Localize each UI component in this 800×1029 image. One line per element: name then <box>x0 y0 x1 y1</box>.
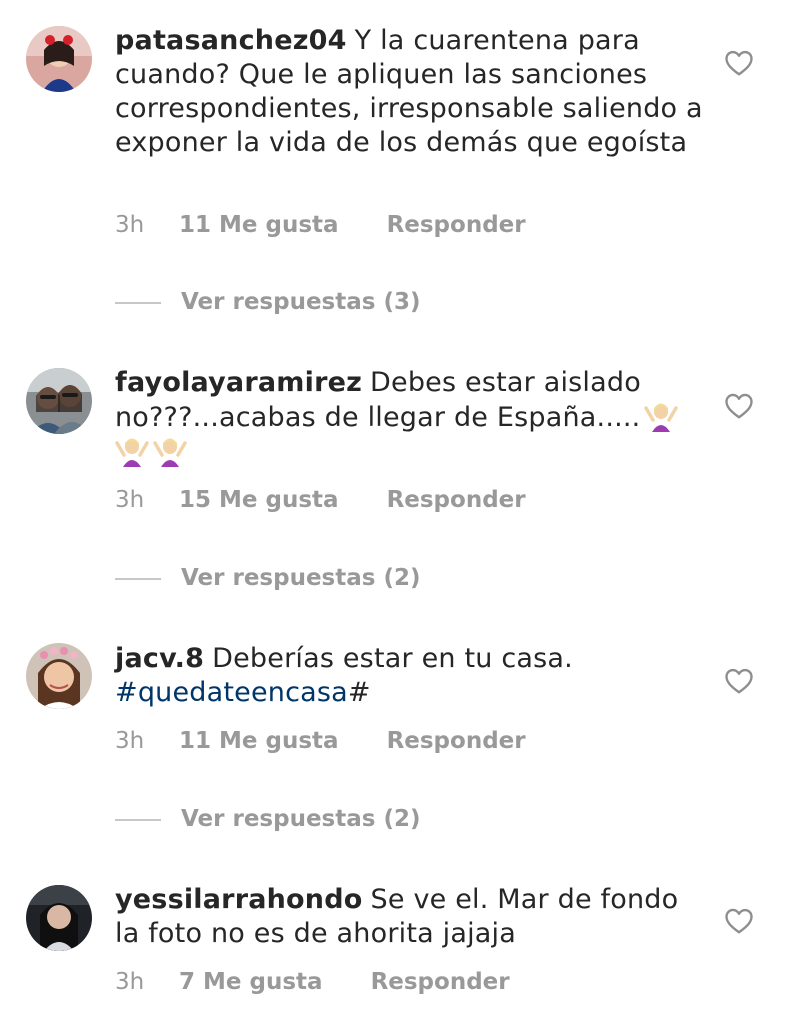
comment-text: fayolayaramirez Debes estar aislado no???… <box>115 366 705 470</box>
comment-time: 3h <box>115 487 145 513</box>
view-replies-label: Ver respuestas (3) <box>181 289 421 315</box>
comment-meta: 3h 15 Me gusta Responder <box>115 487 526 513</box>
person-shrugging-emoji <box>115 438 149 467</box>
comment-meta: 3h 11 Me gusta Responder <box>115 728 526 754</box>
comment-likes[interactable]: 7 Me gusta <box>179 969 323 995</box>
comment-body-trailing: # <box>347 677 371 708</box>
reply-button[interactable]: Responder <box>387 487 526 513</box>
divider-line <box>115 577 161 580</box>
comment-meta: 3h 11 Me gusta Responder <box>115 212 526 238</box>
comment-text: yessilarrahondo Se ve el. Mar de fondo la… <box>115 883 705 951</box>
heart-outline-icon[interactable] <box>724 907 754 935</box>
comment-username[interactable]: fayolayaramirez <box>115 367 362 398</box>
comment-likes[interactable]: 15 Me gusta <box>179 487 339 513</box>
avatar[interactable] <box>26 885 92 951</box>
person-shrugging-emoji <box>153 438 187 467</box>
view-replies-button[interactable]: Ver respuestas (2) <box>115 565 421 591</box>
view-replies-button[interactable]: Ver respuestas (2) <box>115 806 421 832</box>
comment-username[interactable]: patasanchez04 <box>115 25 347 56</box>
hashtag-link[interactable]: #quedateencasa <box>115 677 348 708</box>
comment-text: patasanchez04 Y la cuarentena para cuando… <box>115 24 705 160</box>
reply-button[interactable]: Responder <box>387 728 526 754</box>
comment-body: Deberías estar en tu casa. <box>212 643 573 674</box>
avatar[interactable] <box>26 368 92 434</box>
avatar[interactable] <box>26 26 92 92</box>
comment-text: jacv.8 Deberías estar en tu casa. #quedate… <box>115 642 705 710</box>
comment-time: 3h <box>115 728 145 754</box>
heart-outline-icon[interactable] <box>724 392 754 420</box>
comment-likes[interactable]: 11 Me gusta <box>179 728 339 754</box>
avatar[interactable] <box>26 643 92 709</box>
heart-outline-icon[interactable] <box>724 49 754 77</box>
comment-time: 3h <box>115 969 145 995</box>
comment-meta: 3h 7 Me gusta Responder <box>115 969 510 995</box>
comment-likes[interactable]: 11 Me gusta <box>179 212 339 238</box>
divider-line <box>115 301 161 304</box>
comment-username[interactable]: jacv.8 <box>115 643 204 674</box>
reply-button[interactable]: Responder <box>371 969 510 995</box>
view-replies-button[interactable]: Ver respuestas (3) <box>115 289 421 315</box>
view-replies-label: Ver respuestas (2) <box>181 565 421 591</box>
comment-time: 3h <box>115 212 145 238</box>
view-replies-label: Ver respuestas (2) <box>181 806 421 832</box>
heart-outline-icon[interactable] <box>724 667 754 695</box>
comment-username[interactable]: yessilarrahondo <box>115 884 363 915</box>
reply-button[interactable]: Responder <box>387 212 526 238</box>
person-shrugging-emoji <box>644 403 679 432</box>
divider-line <box>115 818 161 821</box>
